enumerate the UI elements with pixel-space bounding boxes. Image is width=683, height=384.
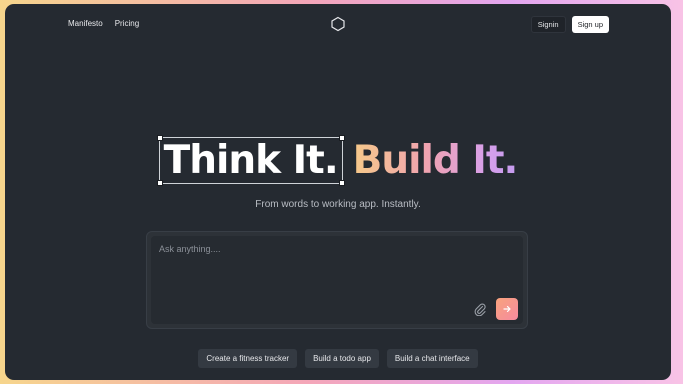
paperclip-icon[interactable] xyxy=(473,302,487,317)
prompt-input[interactable] xyxy=(151,236,523,296)
auth-actions: Signin Sign up xyxy=(530,16,609,33)
send-button[interactable] xyxy=(496,298,518,320)
arrow-right-icon xyxy=(503,305,511,313)
headline-think: Think It. xyxy=(163,138,339,183)
signup-button[interactable]: Sign up xyxy=(571,16,609,33)
resize-handle-bottom-left[interactable] xyxy=(156,180,163,186)
tagline: From words to working app. Instantly. xyxy=(255,199,421,210)
hero: Think It. Build It. xyxy=(5,135,671,186)
prompt-box xyxy=(146,231,528,329)
headline-selected-text[interactable]: Think It. xyxy=(156,135,345,186)
signin-button[interactable]: Signin xyxy=(530,16,566,33)
hexagon-icon[interactable] xyxy=(330,16,346,32)
suggestion-fitness-tracker[interactable]: Create a fitness tracker xyxy=(198,349,298,368)
suggestion-chips: Create a fitness tracker Build a todo ap… xyxy=(5,349,671,368)
suggestion-todo-app[interactable]: Build a todo app xyxy=(305,349,379,368)
top-nav: Manifesto Pricing xyxy=(68,19,139,28)
suggestion-chat-interface[interactable]: Build a chat interface xyxy=(386,349,478,368)
headline-build: Build It. xyxy=(352,138,519,183)
nav-link-manifesto[interactable]: Manifesto xyxy=(68,19,103,28)
nav-link-pricing[interactable]: Pricing xyxy=(115,19,139,28)
prompt-inner xyxy=(151,236,523,324)
resize-handle-top-left[interactable] xyxy=(156,135,163,141)
headline: Think It. Build It. xyxy=(156,135,519,186)
resize-handle-bottom-right[interactable] xyxy=(338,180,345,186)
resize-handle-top-right[interactable] xyxy=(338,135,345,141)
app-frame: Manifesto Pricing Signin Sign up Think I… xyxy=(5,4,671,380)
